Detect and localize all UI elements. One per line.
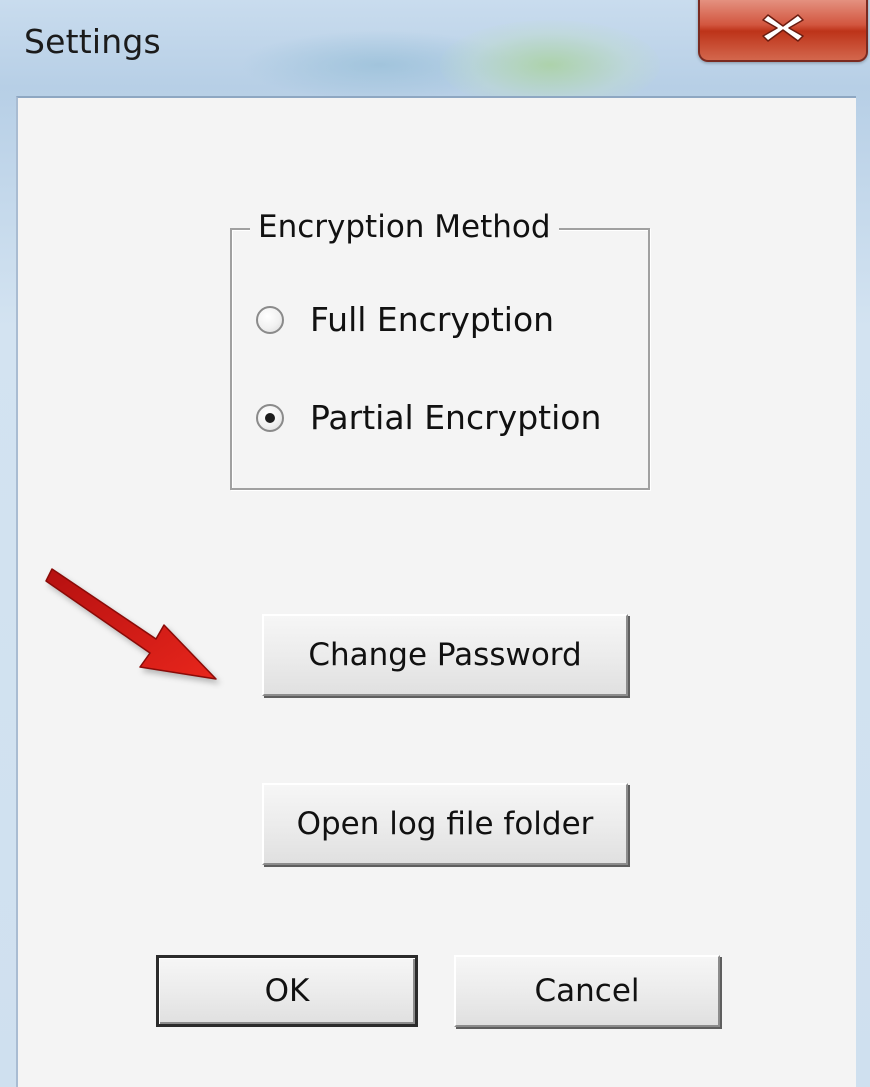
change-password-button[interactable]: Change Password	[262, 614, 628, 696]
close-icon	[760, 11, 806, 45]
close-button[interactable]	[698, 0, 868, 62]
radio-button-unselected[interactable]	[256, 305, 284, 334]
radio-full-encryption[interactable]: Full Encryption	[256, 300, 554, 339]
radio-label-partial-encryption: Partial Encryption	[310, 398, 602, 437]
radio-selected-dot	[265, 412, 275, 423]
encryption-method-group	[230, 228, 650, 490]
encryption-method-label: Encryption Method	[250, 205, 559, 249]
radio-button-selected[interactable]	[256, 403, 284, 432]
radio-partial-encryption[interactable]: Partial Encryption	[256, 398, 601, 437]
red-arrow-icon	[40, 555, 230, 699]
ok-button[interactable]: OK	[156, 955, 418, 1027]
window-title: Settings	[24, 22, 161, 61]
radio-label-full-encryption: Full Encryption	[310, 300, 555, 339]
window-frame: Settings Encryption Method Full Encrypti…	[0, 0, 870, 1087]
cancel-button[interactable]: Cancel	[454, 955, 720, 1027]
open-log-folder-button[interactable]: Open log file folder	[262, 783, 628, 865]
